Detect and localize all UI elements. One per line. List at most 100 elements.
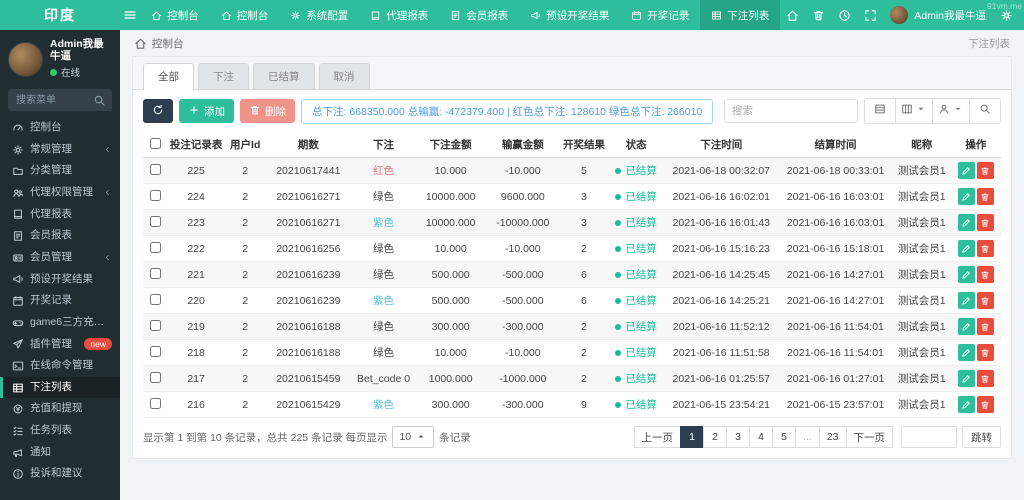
edit-button[interactable] bbox=[957, 240, 975, 257]
tab-2[interactable]: 已结算 bbox=[253, 63, 315, 89]
sidebar-item-6[interactable]: 会员管理 bbox=[0, 247, 120, 269]
topnav-user-name[interactable]: Admin我最牛逼 bbox=[914, 8, 986, 23]
table-row: 218 2 20210616188 绿色 10.000 -10.000 2 已结算 2021-0… bbox=[143, 339, 1001, 366]
toggle-view-button[interactable] bbox=[864, 98, 896, 124]
sidebar-item-5[interactable]: 会员报表 bbox=[0, 225, 120, 247]
sidebar-item-10[interactable]: 插件管理 new bbox=[0, 334, 120, 356]
page-button-3[interactable]: 3 bbox=[726, 426, 751, 448]
page-button-1[interactable]: 1 bbox=[680, 426, 705, 448]
sidebar-item-13[interactable]: 充值和提现 bbox=[0, 398, 120, 420]
status-badge: 已结算 bbox=[610, 189, 662, 204]
edit-button[interactable] bbox=[957, 396, 975, 413]
row-checkbox[interactable] bbox=[149, 397, 161, 409]
id-card-icon bbox=[11, 252, 24, 264]
per-page-dropdown[interactable]: 10 bbox=[392, 426, 435, 448]
sidebar-item-0[interactable]: 控制台 bbox=[0, 117, 120, 139]
sidebar-item-11[interactable]: 在线命令管理 bbox=[0, 355, 120, 377]
sidebar-item-14[interactable]: 任务列表 bbox=[0, 420, 120, 442]
columns-button[interactable] bbox=[895, 98, 933, 124]
delete-button[interactable]: 删除 bbox=[240, 99, 295, 123]
edit-button[interactable] bbox=[957, 318, 975, 335]
row-checkbox[interactable] bbox=[149, 189, 161, 201]
row-checkbox[interactable] bbox=[149, 371, 161, 383]
edit-button[interactable] bbox=[957, 162, 975, 179]
jump-page-input[interactable] bbox=[901, 426, 957, 448]
fullscreen-icon[interactable] bbox=[858, 0, 882, 30]
edit-button[interactable] bbox=[957, 370, 975, 387]
tab-3[interactable]: 取消 bbox=[318, 63, 370, 89]
sidebar-search-input[interactable] bbox=[14, 93, 93, 107]
topnav-tab-1[interactable]: 控制台 bbox=[210, 0, 280, 30]
row-checkbox[interactable] bbox=[149, 163, 161, 175]
delete-row-button[interactable] bbox=[976, 240, 994, 257]
avatar[interactable] bbox=[890, 6, 909, 24]
topnav-tab-4[interactable]: 会员报表 bbox=[439, 0, 519, 30]
status-badge: 已结算 bbox=[610, 319, 662, 334]
delete-row-button[interactable] bbox=[976, 396, 994, 413]
edit-button[interactable] bbox=[957, 188, 975, 205]
export-button[interactable] bbox=[932, 98, 970, 124]
breadcrumb[interactable]: 控制台 bbox=[134, 36, 184, 51]
period: 20210615459 bbox=[265, 365, 352, 392]
hamburger-icon[interactable] bbox=[120, 0, 140, 30]
row-checkbox[interactable] bbox=[149, 319, 161, 331]
gear-icon[interactable] bbox=[994, 0, 1018, 30]
delete-row-button[interactable] bbox=[976, 370, 994, 387]
topnav-tab-3[interactable]: 代理报表 bbox=[359, 0, 439, 30]
edit-button[interactable] bbox=[957, 214, 975, 231]
topnav-tab-0[interactable]: 控制台 bbox=[140, 0, 210, 30]
edit-button[interactable] bbox=[957, 344, 975, 361]
sidebar-item-12[interactable]: 下注列表 bbox=[0, 376, 120, 399]
edit-button[interactable] bbox=[957, 266, 975, 283]
topnav-tab-5[interactable]: 预设开奖结果 bbox=[519, 0, 620, 30]
next-page-button[interactable]: 下一页 bbox=[845, 426, 893, 448]
table-row: 217 2 20210615459 Bet_code 0 1000.000 -1000.0… bbox=[143, 365, 1001, 392]
sidebar-item-16[interactable]: 投诉和建议 bbox=[0, 463, 120, 485]
page-button-5[interactable]: 5 bbox=[772, 426, 797, 448]
prev-page-button[interactable]: 上一页 bbox=[633, 426, 682, 448]
delete-row-button[interactable] bbox=[976, 266, 994, 283]
delete-row-button[interactable] bbox=[976, 188, 994, 205]
bet-time: 2021-06-16 16:02:01 bbox=[664, 183, 779, 210]
bet-time: 2021-06-15 23:54:21 bbox=[664, 391, 779, 418]
row-checkbox[interactable] bbox=[149, 215, 161, 227]
delete-row-button[interactable] bbox=[976, 214, 994, 231]
sidebar-item-3[interactable]: 代理权限管理 bbox=[0, 182, 120, 204]
sidebar-item-9[interactable]: game6三方充值订单 bbox=[0, 312, 120, 334]
page-button-23[interactable]: 23 bbox=[818, 426, 847, 448]
delete-row-button[interactable] bbox=[976, 318, 994, 335]
sidebar-item-1[interactable]: 常规管理 bbox=[0, 139, 120, 161]
edit-button[interactable] bbox=[957, 292, 975, 309]
table-search-input[interactable] bbox=[724, 99, 858, 123]
delete-row-button[interactable] bbox=[976, 162, 994, 179]
refresh-button[interactable] bbox=[143, 99, 173, 123]
select-all-checkbox[interactable] bbox=[149, 137, 161, 149]
delete-row-button[interactable] bbox=[976, 344, 994, 361]
add-button[interactable]: 添加 bbox=[179, 99, 234, 123]
jump-button[interactable]: 跳转 bbox=[962, 426, 1001, 448]
search-button[interactable] bbox=[969, 98, 1001, 124]
trash-icon[interactable] bbox=[806, 0, 830, 30]
page-button-2[interactable]: 2 bbox=[703, 426, 728, 448]
record-id: 218 bbox=[167, 339, 226, 366]
page-button-4[interactable]: 4 bbox=[749, 426, 774, 448]
row-checkbox[interactable] bbox=[149, 345, 161, 357]
sidebar-item-7[interactable]: 预设开奖结果 bbox=[0, 269, 120, 291]
tab-0[interactable]: 全部 bbox=[143, 63, 194, 90]
tab-1[interactable]: 下注 bbox=[198, 63, 249, 89]
report-icon bbox=[450, 10, 461, 21]
row-checkbox[interactable] bbox=[149, 293, 161, 305]
history-icon[interactable] bbox=[832, 0, 856, 30]
topnav-tab-6[interactable]: 开奖记录 bbox=[620, 0, 700, 30]
sidebar-item-2[interactable]: 分类管理 bbox=[0, 160, 120, 182]
topnav-tab-2[interactable]: 系统配置 bbox=[279, 0, 359, 30]
row-checkbox[interactable] bbox=[149, 241, 161, 253]
sidebar-item-15[interactable]: 通知 bbox=[0, 442, 120, 464]
bet-amount: 10.000 bbox=[415, 339, 486, 366]
row-checkbox[interactable] bbox=[149, 267, 161, 279]
delete-row-button[interactable] bbox=[976, 292, 994, 309]
sidebar-item-8[interactable]: 开奖记录 bbox=[0, 290, 120, 312]
home-icon[interactable] bbox=[780, 0, 804, 30]
topnav-tab-7[interactable]: 下注列表 bbox=[700, 0, 781, 30]
sidebar-item-4[interactable]: 代理报表 bbox=[0, 204, 120, 226]
